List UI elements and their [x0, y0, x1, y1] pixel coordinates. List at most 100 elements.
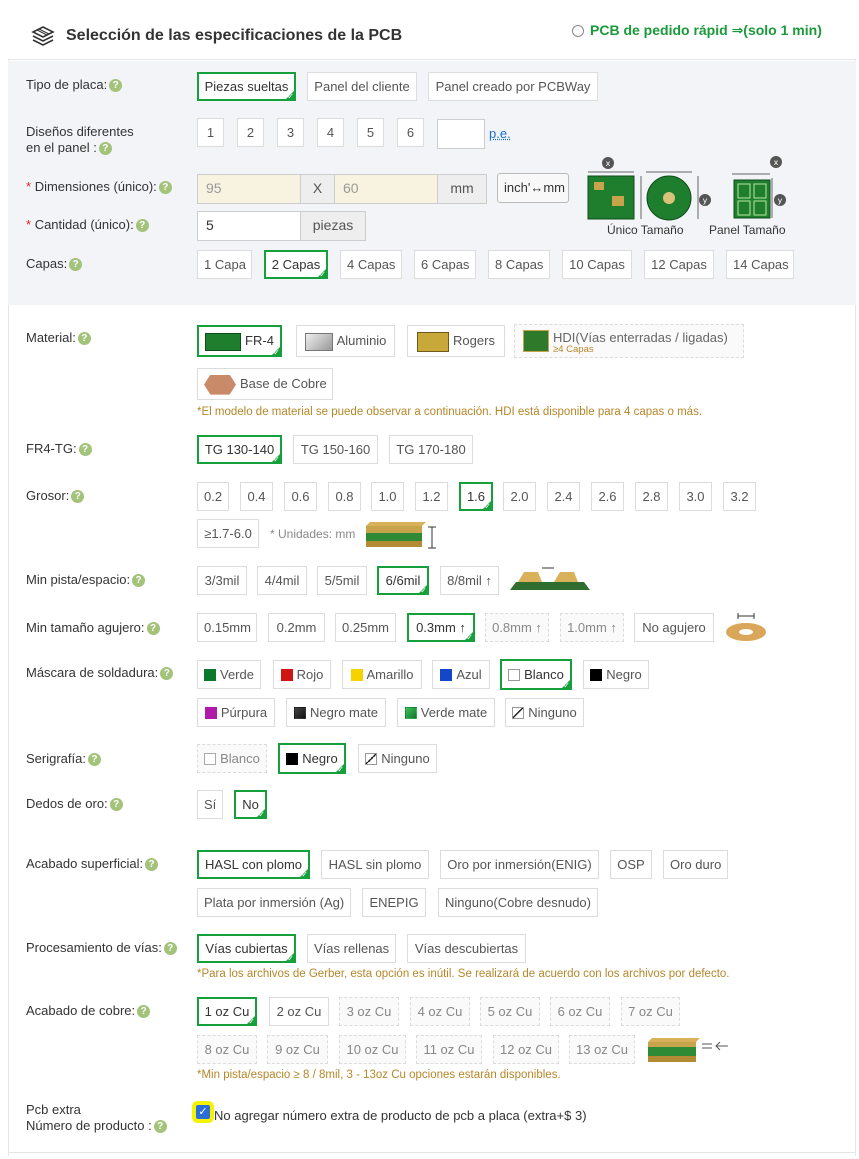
material-option[interactable]: Base de Cobre	[197, 368, 333, 400]
thickness-option[interactable]: 0.6	[284, 482, 317, 511]
designs-option[interactable]: 5	[357, 118, 384, 147]
track-option[interactable]: 3/3mil	[197, 566, 247, 595]
via-option[interactable]: Vías descubiertas	[407, 934, 526, 963]
solder-mask-option[interactable]: Verde	[197, 660, 261, 689]
thickness-option[interactable]: 3.2	[723, 482, 756, 511]
silkscreen-option[interactable]: Negro	[278, 743, 346, 776]
layers-option[interactable]: 2 Capas	[264, 250, 328, 281]
hole-option[interactable]: 1.0mm ↑	[560, 613, 624, 642]
hole-option[interactable]: No agujero	[634, 613, 714, 642]
finish-option[interactable]: HASL con plomo	[197, 850, 310, 881]
help-icon[interactable]: ?	[145, 858, 159, 872]
quantity-input[interactable]: 5	[197, 211, 301, 241]
help-icon[interactable]: ?	[77, 332, 91, 346]
copper-option[interactable]: 6 oz Cu	[550, 997, 610, 1026]
unit-convert-button[interactable]: inch'↔mm	[497, 173, 569, 203]
extra-number-checkbox-label[interactable]: No agregar número extra de producto de p…	[214, 1108, 587, 1123]
copper-option[interactable]: 3 oz Cu	[339, 997, 399, 1026]
help-icon[interactable]: ?	[160, 667, 174, 681]
gold-fingers-option[interactable]: Sí	[197, 790, 223, 819]
layers-option[interactable]: 12 Capas	[644, 250, 714, 279]
designs-option[interactable]: 2	[237, 118, 264, 147]
thickness-option[interactable]: 0.4	[240, 482, 273, 511]
track-option[interactable]: 8/8mil ↑	[440, 566, 499, 595]
solder-mask-option[interactable]: Púrpura	[197, 698, 275, 727]
board-type-option[interactable]: Panel creado por PCBWay	[428, 72, 598, 101]
solder-mask-option[interactable]: Azul	[432, 660, 490, 689]
hole-option[interactable]: 0.8mm ↑	[485, 613, 549, 642]
finish-option[interactable]: Ninguno(Cobre desnudo)	[438, 888, 598, 917]
material-option[interactable]: Aluminio	[296, 325, 395, 357]
solder-mask-option[interactable]: Amarillo	[342, 660, 422, 689]
quick-order-option[interactable]: PCB de pedido rápid ⇒(solo 1 min)	[572, 22, 822, 39]
help-icon[interactable]: ?	[163, 942, 177, 956]
silkscreen-option[interactable]: Ninguno	[358, 744, 437, 773]
help-icon[interactable]: ?	[71, 490, 85, 504]
thickness-option[interactable]: 2.6	[591, 482, 624, 511]
board-type-option[interactable]: Piezas sueltas	[197, 72, 296, 103]
designs-custom-input[interactable]	[437, 119, 485, 149]
via-option[interactable]: Vías cubiertas	[197, 934, 296, 965]
finish-option[interactable]: OSP	[610, 850, 652, 879]
copper-option[interactable]: 9 oz Cu	[267, 1035, 328, 1064]
layers-option[interactable]: 10 Capas	[562, 250, 632, 279]
solder-mask-option[interactable]: Negro	[583, 660, 649, 689]
thickness-option[interactable]: 0.8	[328, 482, 361, 511]
solder-mask-option[interactable]: Negro mate	[286, 698, 386, 727]
gold-fingers-option[interactable]: No	[234, 790, 267, 821]
hole-option[interactable]: 0.2mm	[268, 613, 325, 642]
help-icon[interactable]: ?	[137, 1005, 151, 1019]
help-icon[interactable]: ?	[109, 798, 123, 812]
help-icon[interactable]: ?	[146, 622, 160, 636]
designs-option[interactable]: 3	[277, 118, 304, 147]
tg-option[interactable]: TG 130-140	[197, 435, 282, 466]
finish-option[interactable]: Oro por inmersión(ENIG)	[440, 850, 599, 879]
layers-option[interactable]: 1 Capa	[197, 250, 252, 279]
copper-option[interactable]: 10 oz Cu	[339, 1035, 406, 1064]
copper-option[interactable]: 2 oz Cu	[269, 997, 329, 1026]
layers-option[interactable]: 14 Capas	[726, 250, 794, 279]
copper-option[interactable]: 11 oz Cu	[416, 1035, 482, 1064]
silkscreen-option[interactable]: Blanco	[197, 744, 267, 773]
solder-mask-option[interactable]: Rojo	[273, 660, 331, 689]
thickness-option[interactable]: 3.0	[679, 482, 712, 511]
thickness-option[interactable]: 2.0	[503, 482, 536, 511]
solder-mask-option[interactable]: Ninguno	[505, 698, 584, 727]
finish-option[interactable]: HASL sin plomo	[321, 850, 429, 879]
material-option[interactable]: HDI(Vías enterradas / ligadas) ≥4 Capas	[514, 324, 744, 358]
help-icon[interactable]: ?	[132, 574, 146, 588]
layers-option[interactable]: 6 Capas	[414, 250, 476, 279]
thickness-option[interactable]: ≥1.7-6.0	[197, 519, 259, 548]
help-icon[interactable]: ?	[158, 181, 172, 195]
extra-number-checkbox[interactable]: ✓	[196, 1105, 210, 1119]
material-option[interactable]: FR-4	[197, 325, 282, 359]
thickness-option[interactable]: 1.0	[371, 482, 404, 511]
board-type-option[interactable]: Panel del cliente	[307, 72, 417, 101]
copper-option[interactable]: 5 oz Cu	[480, 997, 540, 1026]
track-option[interactable]: 6/6mil	[377, 566, 429, 597]
help-icon[interactable]: ?	[87, 753, 101, 767]
tg-option[interactable]: TG 150-160	[293, 435, 378, 464]
thickness-option[interactable]: 1.6	[459, 482, 493, 513]
example-link[interactable]: p.e.	[489, 126, 511, 141]
track-option[interactable]: 4/4mil	[257, 566, 307, 595]
layers-option[interactable]: 8 Capas	[488, 250, 550, 279]
hole-option[interactable]: 0.25mm	[335, 613, 396, 642]
finish-option[interactable]: Oro duro	[663, 850, 728, 879]
layers-option[interactable]: 4 Capas	[340, 250, 402, 279]
copper-option[interactable]: 12 oz Cu	[493, 1035, 559, 1064]
material-option[interactable]: Rogers	[407, 325, 505, 357]
help-icon[interactable]: ?	[135, 219, 149, 233]
copper-option[interactable]: 1 oz Cu	[197, 997, 257, 1028]
finish-option[interactable]: ENEPIG	[362, 888, 426, 917]
help-icon[interactable]: ?	[153, 1120, 167, 1134]
designs-option[interactable]: 6	[397, 118, 424, 147]
via-option[interactable]: Vías rellenas	[307, 934, 396, 963]
track-option[interactable]: 5/5mil	[317, 566, 367, 595]
copper-option[interactable]: 8 oz Cu	[197, 1035, 257, 1064]
help-icon[interactable]: ?	[69, 258, 83, 272]
copper-option[interactable]: 13 oz Cu	[569, 1035, 635, 1064]
solder-mask-option[interactable]: Blanco	[500, 659, 572, 692]
finish-option[interactable]: Plata por inmersión (Ag)	[197, 888, 351, 917]
designs-option[interactable]: 1	[197, 118, 224, 147]
